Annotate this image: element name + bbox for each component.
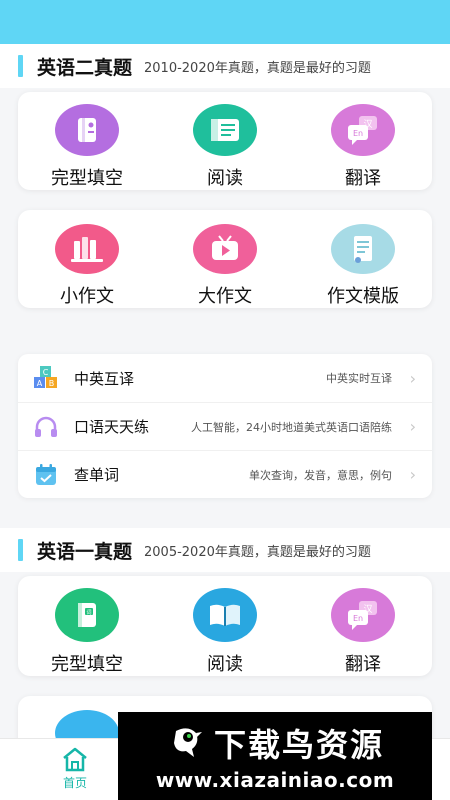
- svg-text:A: A: [37, 379, 43, 388]
- grid-item-reading[interactable]: 阅读: [156, 104, 294, 190]
- tab-home-label: 首页: [62, 776, 87, 790]
- list-item-title: 口语天天练: [74, 418, 150, 436]
- grid-label: 作文模版: [327, 286, 399, 307]
- grid-item-short-essay[interactable]: 小作文: [18, 224, 156, 308]
- chevron-right-icon: ›: [409, 465, 416, 484]
- watermark-text: 下载鸟资源: [213, 726, 384, 764]
- grid-label: 大作文: [198, 286, 252, 307]
- grid-item-reading[interactable]: 阅读: [156, 588, 294, 676]
- svg-text:En: En: [353, 614, 363, 623]
- section-header-english2: 英语二真题 2010-2020年真题，真题是最好的习题: [0, 44, 450, 88]
- home-icon: [63, 747, 87, 772]
- chevron-right-icon: ›: [409, 368, 416, 388]
- abc-blocks-icon: ABC: [32, 364, 60, 392]
- list-item-title: 中英互译: [74, 369, 135, 388]
- list-item-desc: 单次查询，发音，意思，例句: [249, 468, 392, 482]
- svg-text:En: En: [353, 129, 363, 138]
- scroll-icon: [331, 224, 395, 274]
- translate-bubble-icon: 汉 En: [331, 588, 395, 642]
- grid-item-cloze[interactable]: 完型填空: [18, 104, 156, 190]
- document-icon: [193, 104, 257, 156]
- grid-item-translation[interactable]: 汉 En 翻译: [294, 588, 432, 676]
- grid-item-long-essay[interactable]: 大作文: [156, 224, 294, 308]
- open-book-icon: [193, 588, 257, 642]
- grid-label: 阅读: [207, 654, 243, 675]
- books-icon: [55, 224, 119, 274]
- grid-label: 翻译: [345, 168, 381, 189]
- section-title: 英语一真题: [37, 540, 133, 563]
- tab-home[interactable]: 首页: [50, 745, 100, 791]
- grid-label: 小作文: [60, 286, 114, 307]
- svg-text:C: C: [43, 368, 49, 377]
- list-item-dictionary[interactable]: 查单词 单次查询，发音，意思，例句 ›: [18, 450, 432, 498]
- section-accent-bar: [18, 539, 23, 561]
- svg-text:词: 词: [86, 609, 91, 616]
- tv-icon: [193, 224, 257, 274]
- grid-label: 完型填空: [51, 168, 123, 189]
- chevron-right-icon: ›: [409, 417, 416, 436]
- practice-card-row1: 完型填空 阅读 汉 En 翻译: [18, 92, 432, 190]
- status-bar: [0, 0, 450, 44]
- section-title: 英语二真题: [37, 56, 133, 79]
- list-item-title: 查单词: [74, 466, 120, 484]
- section-subtitle: 2005-2020年真题，真题是最好的习题: [144, 544, 371, 560]
- section-subtitle: 2010-2020年真题，真题是最好的习题: [144, 60, 371, 76]
- calendar-check-icon: [32, 461, 60, 489]
- list-item-desc: 人工智能，24小时地道美式英语口语陪练: [191, 420, 392, 434]
- grid-label: 阅读: [207, 168, 243, 189]
- grid-item-essay-template[interactable]: 作文模版: [294, 224, 432, 308]
- list-item-desc: 中英实时互译: [326, 372, 392, 385]
- practice-card-row3: 词 完型填空 阅读 汉 En 翻译: [18, 576, 432, 676]
- bird-logo-icon: [173, 728, 202, 757]
- list-item-speaking[interactable]: 口语天天练 人工智能，24小时地道美式英语口语陪练 ›: [18, 402, 432, 450]
- svg-text:B: B: [49, 379, 55, 388]
- grid-item-cloze[interactable]: 词 完型填空: [18, 588, 156, 676]
- tools-list: ABC 中英互译 中英实时互译 › 口语天天练 人工智能，24小时地道美式英语口…: [18, 354, 432, 498]
- translate-bubble-icon: 汉 En: [331, 104, 395, 156]
- watermark-url: www.xiazainiao.com: [155, 768, 395, 792]
- section-accent-bar: [18, 55, 23, 77]
- headphones-icon: [32, 413, 60, 441]
- grid-item-translation[interactable]: 汉 En 翻译: [294, 104, 432, 190]
- word-book-icon: 词: [55, 588, 119, 642]
- notebook-icon: [55, 104, 119, 156]
- practice-card-row2: 小作文 大作文 作文模版: [18, 210, 432, 308]
- watermark-overlay: 下载鸟资源 www.xiazainiao.com: [118, 712, 432, 800]
- grid-label: 翻译: [345, 654, 381, 675]
- section-header-english1: 英语一真题 2005-2020年真题，真题是最好的习题: [0, 528, 450, 572]
- grid-label: 完型填空: [51, 654, 123, 675]
- list-item-translate[interactable]: ABC 中英互译 中英实时互译 ›: [18, 354, 432, 402]
